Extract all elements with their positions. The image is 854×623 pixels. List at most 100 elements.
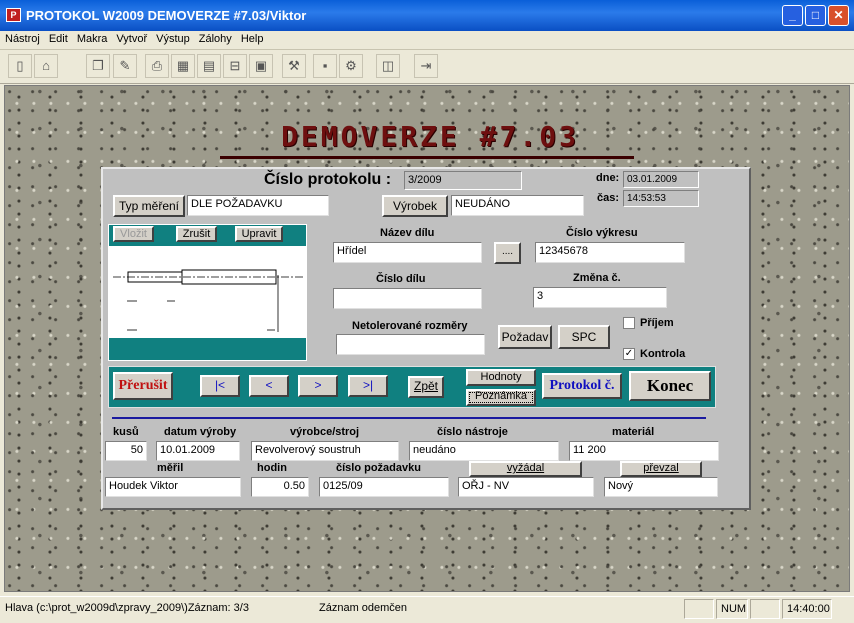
menu-edit[interactable]: Edit bbox=[44, 31, 72, 45]
material-field[interactable]: 11 200 bbox=[569, 441, 719, 461]
request-number-label: číslo požadavku bbox=[336, 462, 421, 474]
requested-by-field[interactable]: OŘJ - NV bbox=[458, 477, 594, 497]
product-button[interactable]: Výrobek bbox=[382, 195, 448, 217]
num-lock-indicator: NUM bbox=[716, 599, 748, 619]
new-icon[interactable]: ▯ bbox=[8, 54, 32, 78]
print-icon[interactable]: ⎙ bbox=[145, 54, 169, 78]
menu-help[interactable]: Help bbox=[236, 31, 268, 45]
last-record-button[interactable]: >| bbox=[348, 375, 388, 397]
menu-nastroj[interactable]: Nástroj bbox=[0, 31, 44, 45]
part-number-field[interactable] bbox=[333, 288, 482, 309]
receipt-label: Příjem bbox=[640, 317, 674, 329]
drawing-number-field[interactable]: 12345678 bbox=[535, 242, 685, 263]
date-label: dne: bbox=[596, 172, 620, 184]
minimize-button[interactable]: _ bbox=[782, 5, 803, 26]
untoleranced-label: Netolerované rozměry bbox=[352, 320, 468, 332]
app-icon: P bbox=[6, 8, 21, 22]
status-path: Hlava (c:\prot_w2009d\zpravy_2009\)Zázna… bbox=[5, 602, 249, 614]
back-button[interactable]: Zpět bbox=[408, 376, 444, 398]
first-record-button[interactable]: |< bbox=[200, 375, 240, 397]
close-button[interactable]: ✕ bbox=[828, 5, 849, 26]
protocol-number-field[interactable]: 3/2009 bbox=[404, 171, 522, 190]
navigation-bar: Přerušit |< < > >| Zpět Hodnoty Poznámka… bbox=[108, 366, 716, 408]
spc-button[interactable]: SPC bbox=[558, 325, 610, 349]
maximize-button[interactable]: □ bbox=[805, 5, 826, 26]
open-icon[interactable]: ⌂ bbox=[34, 54, 58, 78]
protocol-number-label: Číslo protokolu : bbox=[264, 171, 392, 188]
menu-makra[interactable]: Makra bbox=[72, 31, 112, 45]
part-name-lookup-button[interactable]: .... bbox=[494, 242, 521, 264]
production-date-field[interactable]: 10.01.2009 bbox=[156, 441, 240, 461]
prev-record-button[interactable]: < bbox=[249, 375, 289, 397]
status-record: Záznam odemčen bbox=[319, 602, 408, 614]
note-button[interactable]: Poznámka bbox=[466, 389, 536, 406]
window-title: PROTOKOL W2009 DEMOVERZE #7.03/Viktor bbox=[26, 8, 307, 23]
measured-by-field[interactable]: Houdek Viktor bbox=[105, 477, 241, 497]
manufacturer-field[interactable]: Revolverový soustruh bbox=[251, 441, 399, 461]
abort-button[interactable]: Přerušit bbox=[113, 372, 173, 400]
insert-button[interactable]: Vložit bbox=[113, 226, 154, 242]
chart-icon[interactable]: ▦ bbox=[171, 54, 195, 78]
chart2-icon[interactable]: ▤ bbox=[197, 54, 221, 78]
drawing-number-label: Číslo výkresu bbox=[566, 227, 638, 239]
menu-vytvor[interactable]: Vytvoř bbox=[111, 31, 151, 45]
time-field[interactable]: 14:53:53 bbox=[623, 190, 699, 207]
part-drawing-image bbox=[109, 246, 306, 338]
receipt-checkbox[interactable] bbox=[623, 317, 635, 329]
title-bar[interactable]: P PROTOKOL W2009 DEMOVERZE #7.03/Viktor … bbox=[0, 0, 854, 31]
control-label: Kontrola bbox=[640, 348, 686, 360]
status-pane-empty2 bbox=[750, 599, 780, 619]
tool-number-field[interactable]: neudáno bbox=[409, 441, 559, 461]
values-button[interactable]: Hodnoty bbox=[466, 369, 536, 386]
tools-icon[interactable]: ⚒ bbox=[282, 54, 306, 78]
save-icon[interactable]: ▪ bbox=[313, 54, 337, 78]
untoleranced-field[interactable] bbox=[336, 334, 485, 355]
finish-button[interactable]: Konec bbox=[629, 371, 711, 401]
window-icon[interactable]: ◫ bbox=[376, 54, 400, 78]
part-name-field[interactable]: Hřídel bbox=[333, 242, 482, 263]
doc-icon[interactable]: ▣ bbox=[249, 54, 273, 78]
measurement-type-button[interactable]: Typ měření bbox=[113, 195, 185, 217]
next-record-button[interactable]: > bbox=[298, 375, 338, 397]
manufacturer-label: výrobce/stroj bbox=[290, 426, 360, 438]
menu-zalohy[interactable]: Zálohy bbox=[194, 31, 236, 45]
part-number-label: Číslo dílu bbox=[376, 273, 426, 285]
accepted-by-button[interactable]: převzal bbox=[620, 461, 702, 477]
hours-field[interactable]: 0.50 bbox=[251, 477, 309, 497]
measured-by-label: měřil bbox=[157, 462, 184, 474]
drawing-panel: Vložit Zrušit Upravit bbox=[108, 224, 307, 361]
cancel-button[interactable]: Zrušit bbox=[176, 226, 217, 242]
separator-line bbox=[112, 417, 706, 419]
hours-label: hodin bbox=[257, 462, 287, 474]
product-field[interactable]: NEUDÁNO bbox=[451, 195, 584, 216]
change-label: Změna č. bbox=[573, 272, 621, 284]
iso-icon[interactable]: ⊟ bbox=[223, 54, 247, 78]
accepted-by-field[interactable]: Nový bbox=[604, 477, 718, 497]
menu-vystup[interactable]: Výstup bbox=[151, 31, 194, 45]
edit-button[interactable]: Upravit bbox=[235, 226, 283, 242]
part-name-label: Název dílu bbox=[380, 227, 435, 239]
pieces-label: kusů bbox=[113, 426, 139, 438]
requested-by-button[interactable]: vyžádal bbox=[469, 461, 582, 477]
change-field[interactable]: 3 bbox=[533, 287, 667, 308]
time-label: čas: bbox=[597, 192, 620, 204]
menu-bar: Nástroj Edit Makra Vytvoř Výstup Zálohy Help bbox=[0, 31, 854, 50]
date-field[interactable]: 03.01.2009 bbox=[623, 171, 699, 188]
exit-icon[interactable]: ⇥ bbox=[414, 54, 438, 78]
toolbar: ▯ ⌂ ❐ ✎ ⎙ ▦ ▤ ⊟ ▣ ⚒ ▪ ⚙ ◫ ⇥ bbox=[0, 50, 854, 84]
measurement-type-field[interactable]: DLE POŽADAVKU bbox=[187, 195, 329, 216]
pieces-field[interactable]: 50 bbox=[105, 441, 147, 461]
status-pane-empty bbox=[684, 599, 714, 619]
demo-banner: DEMOVERZE #7.03 bbox=[281, 120, 579, 153]
request-button[interactable]: Požadav bbox=[498, 325, 552, 349]
production-date-label: datum výroby bbox=[164, 426, 237, 438]
pencil-icon[interactable]: ✎ bbox=[113, 54, 137, 78]
status-clock: 14:40:00 bbox=[782, 599, 832, 619]
control-checkbox[interactable]: ✓ bbox=[623, 348, 635, 360]
banner-underline bbox=[220, 156, 634, 159]
copy-icon[interactable]: ❐ bbox=[86, 54, 110, 78]
settings-icon[interactable]: ⚙ bbox=[339, 54, 363, 78]
protocol-number-button[interactable]: Protokol č. bbox=[542, 373, 622, 399]
finish-button-label: Konec bbox=[646, 376, 694, 395]
request-number-field[interactable]: 0125/09 bbox=[319, 477, 449, 497]
